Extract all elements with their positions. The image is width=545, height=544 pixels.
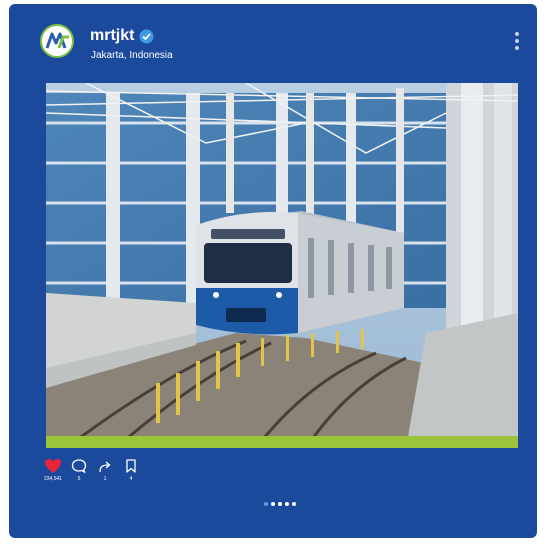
post-card: mrtjkt Jakarta, Indonesia 234,541 5 1 4 — [9, 4, 537, 538]
username[interactable]: mrtjkt — [90, 27, 134, 45]
comment-action[interactable]: 5 — [70, 458, 88, 482]
carousel-dot[interactable] — [278, 502, 282, 506]
heart-icon[interactable] — [44, 458, 62, 474]
more-options-icon[interactable] — [515, 32, 521, 50]
like-action[interactable]: 234,541 — [44, 458, 62, 482]
action-bar: 234,541 5 1 4 — [44, 458, 140, 482]
share-action[interactable]: 1 — [96, 458, 114, 482]
location-label[interactable]: Jakarta, Indonesia — [91, 50, 173, 61]
comment-count: 5 — [77, 476, 81, 482]
save-action[interactable]: 4 — [122, 458, 140, 482]
avatar[interactable] — [40, 24, 74, 58]
post-image[interactable] — [46, 83, 518, 448]
save-count: 4 — [129, 476, 133, 482]
carousel-dot[interactable] — [285, 502, 289, 506]
verified-icon — [139, 29, 154, 43]
carousel-dot[interactable] — [292, 502, 296, 506]
share-icon[interactable] — [97, 458, 113, 474]
username-row: mrtjkt — [90, 27, 154, 45]
like-count: 234,541 — [43, 476, 63, 482]
share-count: 1 — [103, 476, 107, 482]
carousel-dot[interactable] — [264, 502, 268, 506]
comment-icon[interactable] — [71, 458, 87, 474]
logo-icon — [45, 32, 69, 49]
bookmark-icon[interactable] — [123, 458, 139, 474]
photo-accent-bar — [46, 436, 518, 448]
carousel-indicator — [264, 502, 296, 506]
carousel-dot[interactable] — [271, 502, 275, 506]
